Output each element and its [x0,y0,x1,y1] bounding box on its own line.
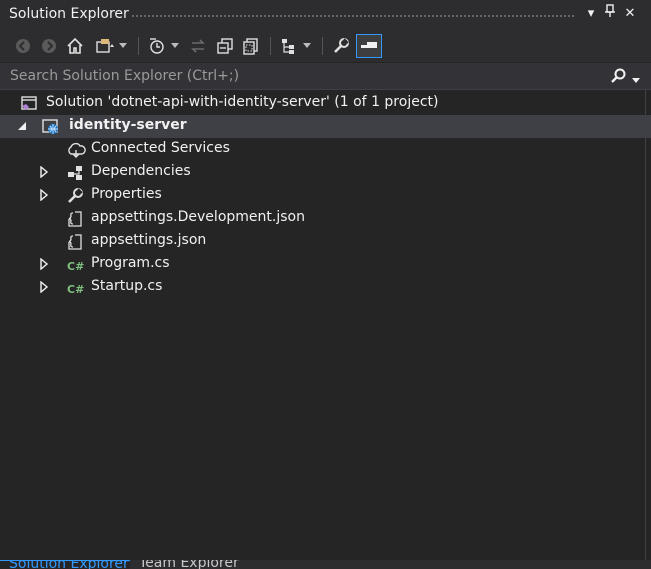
search-options-dropdown-icon[interactable] [632,72,640,88]
tree-view-dropdown-icon[interactable] [300,35,314,57]
tree-item-connected-services[interactable]: Connected Services [0,138,651,161]
tree-item-project[interactable]: identity-server [0,115,651,138]
solution-label: Solution 'dotnet-api-with-identity-serve… [46,94,439,110]
toolbar-separator [138,37,139,55]
panel-border [645,89,646,560]
auto-hide-pin-icon[interactable] [601,4,619,24]
bottom-tab-strip: Solution Explorer Team Explorer [0,560,651,569]
collapsed-arrow-icon[interactable] [38,257,50,271]
tab-label: Team Explorer [139,560,239,569]
show-all-files-icon[interactable] [240,35,262,57]
tree-view-icon[interactable] [278,35,300,57]
title-bar: Solution Explorer ▾ ✕ [0,0,651,30]
toolbar-separator [270,37,271,55]
toolbar-separator [322,37,323,55]
drag-grip[interactable] [131,14,576,19]
toolbar [0,30,651,62]
switch-views-dropdown-icon[interactable] [116,35,130,57]
collapse-all-icon[interactable] [214,35,236,57]
tree-item-label: Program.cs [91,255,170,271]
tree-item-label: appsettings.json [91,232,207,248]
web-project-icon [42,118,60,136]
collapsed-arrow-icon[interactable] [38,188,50,202]
search-icon[interactable] [610,67,628,89]
back-icon[interactable] [12,35,34,57]
search-bar [0,63,651,90]
tree-item-solution[interactable]: Solution 'dotnet-api-with-identity-serve… [0,92,651,115]
tree-item-appsettings[interactable]: appsettings.json [0,230,651,253]
tree-item-startup-cs[interactable]: C# Startup.cs [0,276,651,299]
tree-item-program-cs[interactable]: C# Program.cs [0,253,651,276]
tree-item-dependencies[interactable]: Dependencies [0,161,651,184]
csharp-file-icon: C# [66,256,84,274]
tree-item-properties[interactable]: Properties [0,184,651,207]
json-file-icon [66,210,84,228]
pending-changes-dropdown-icon[interactable] [168,35,182,57]
collapsed-arrow-icon[interactable] [38,280,50,294]
tab-team-explorer[interactable]: Team Explorer [131,560,251,569]
properties-icon[interactable] [330,35,352,57]
svg-text:C#: C# [67,283,84,296]
expanded-arrow-icon[interactable] [16,120,28,132]
tree-item-appsettings-development[interactable]: appsettings.Development.json [0,207,651,230]
project-label: identity-server [69,117,187,133]
tree-item-label: Properties [91,186,162,202]
forward-icon[interactable] [38,35,60,57]
tree-item-label: appsettings.Development.json [91,209,305,225]
dependencies-icon [66,164,84,182]
tab-label: Solution Explorer [9,560,129,569]
search-input[interactable] [0,63,600,89]
tree-item-label: Dependencies [91,163,191,179]
window-position-dropdown-icon[interactable]: ▾ [582,4,600,24]
preview-selected-items-icon[interactable] [356,34,382,58]
sync-icon[interactable] [187,35,209,57]
close-icon[interactable]: ✕ [621,4,639,24]
wrench-icon [66,187,84,205]
tab-solution-explorer[interactable]: Solution Explorer [0,560,130,569]
tree-item-label: Connected Services [91,140,230,156]
pending-changes-filter-icon[interactable] [146,35,168,57]
csharp-file-icon: C# [66,279,84,297]
home-icon[interactable] [64,35,86,57]
switch-views-icon[interactable] [94,35,116,57]
json-file-icon [66,233,84,251]
window-title: Solution Explorer [9,6,129,22]
svg-text:C#: C# [67,260,84,273]
collapsed-arrow-icon[interactable] [38,165,50,179]
tree-item-label: Startup.cs [91,278,163,294]
solution-icon [20,95,38,113]
cloud-icon [66,141,86,159]
solution-explorer-panel: Solution Explorer ▾ ✕ Search Solution Ex… [0,0,651,569]
